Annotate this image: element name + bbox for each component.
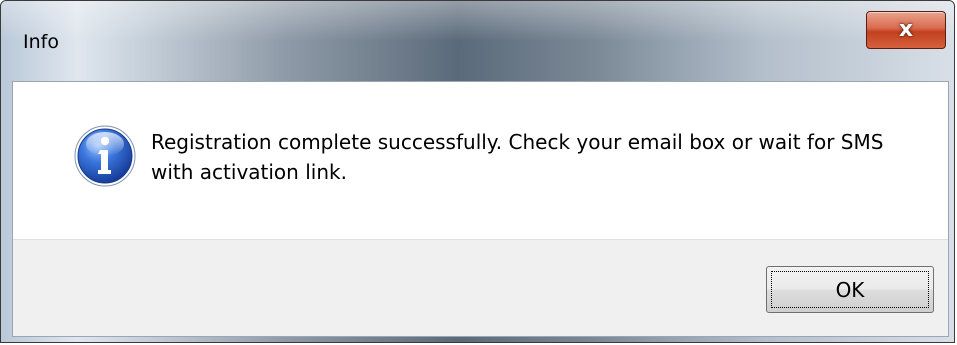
- focus-ring: [771, 271, 929, 308]
- message-area: Registration complete successfully. Chec…: [13, 82, 948, 240]
- ok-button[interactable]: OK: [766, 266, 934, 313]
- title-bar[interactable]: Info x: [1, 1, 954, 81]
- close-button[interactable]: x: [866, 11, 946, 49]
- info-icon: [74, 125, 136, 187]
- button-bar: OK: [13, 239, 948, 336]
- info-dialog-window: Info x Registration complete successfull…: [0, 0, 955, 343]
- message-text: Registration complete successfully. Chec…: [151, 130, 884, 184]
- dialog-title: Info: [23, 31, 59, 53]
- dialog-client-area: Registration complete successfully. Chec…: [12, 81, 949, 337]
- close-icon: x: [898, 17, 914, 42]
